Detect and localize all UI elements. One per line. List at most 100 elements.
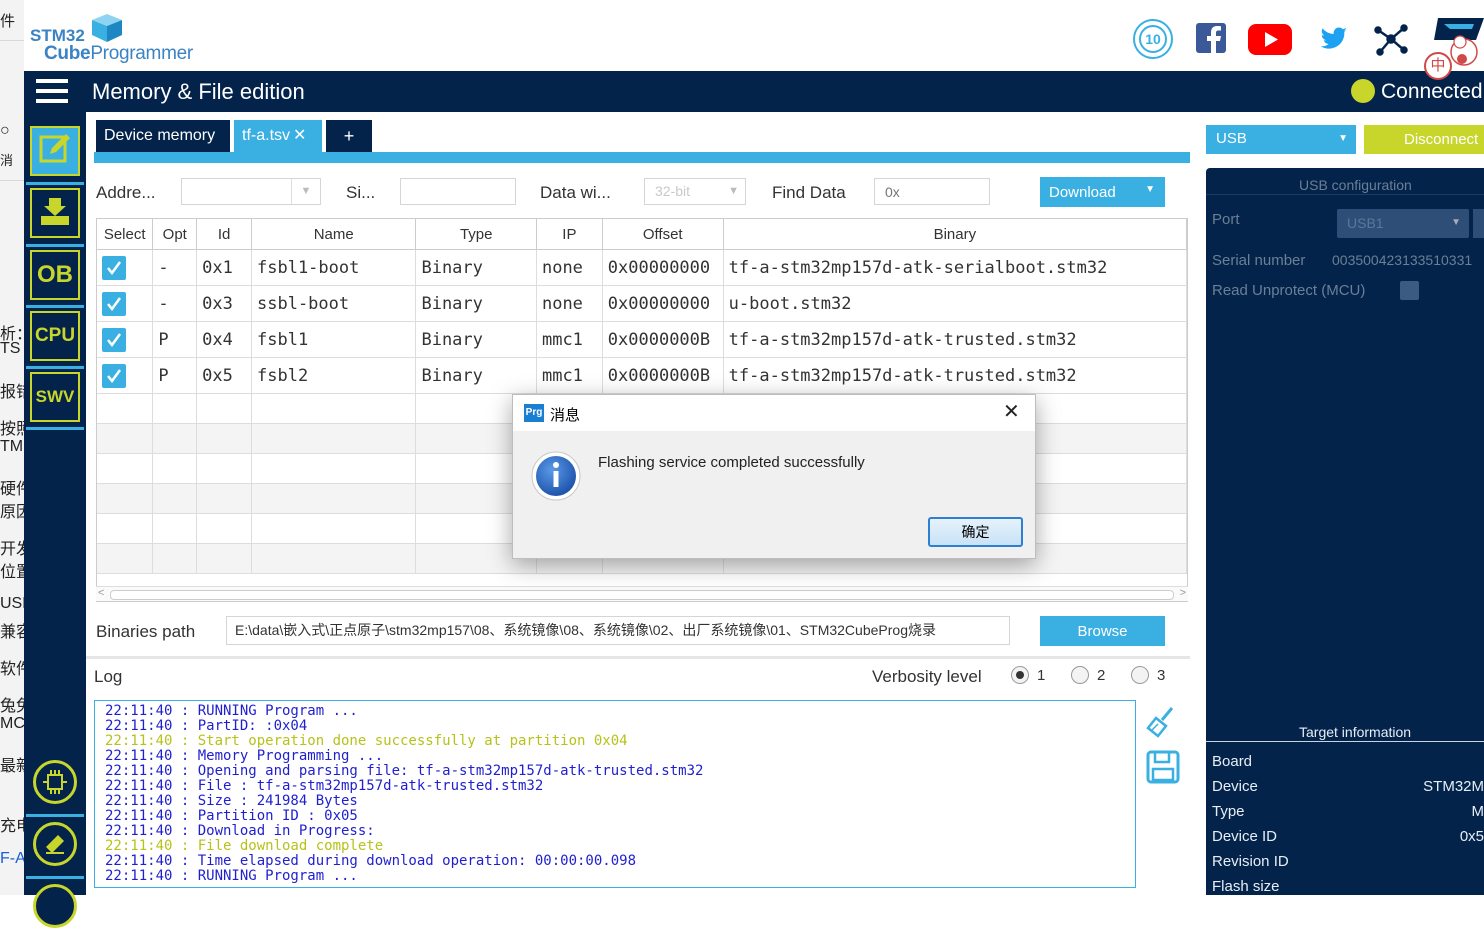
select-checkbox[interactable] <box>102 256 126 280</box>
log-line: 22:11:40 : RUNNING Program ... <box>105 869 358 884</box>
download-button[interactable]: Download ▼ <box>1040 177 1165 207</box>
browse-button[interactable]: Browse <box>1040 616 1165 646</box>
save-log-icon[interactable] <box>1146 750 1180 789</box>
disconnect-button[interactable]: Disconnect <box>1364 125 1484 154</box>
column-header[interactable]: Name <box>252 219 416 250</box>
connection-status-dot <box>1351 79 1375 103</box>
target-board-label: Board <box>1212 753 1252 770</box>
bg-text: TM <box>0 438 23 456</box>
sidebar-item-ob[interactable]: OB <box>30 250 80 300</box>
sidebar-item-memory-edit[interactable] <box>30 126 80 176</box>
bg-link: F-A <box>0 850 24 868</box>
cell-type: Binary <box>416 250 537 286</box>
twitter-icon[interactable] <box>1320 27 1348 56</box>
eraser-icon[interactable] <box>33 822 77 866</box>
sidebar-item-label: OB <box>37 261 73 289</box>
ok-button[interactable]: 确定 <box>928 517 1023 547</box>
size-label: Si... <box>346 183 375 203</box>
cell-id: 0x3 <box>197 286 252 322</box>
column-header[interactable]: Type <box>416 219 537 250</box>
horizontal-scrollbar[interactable]: < > <box>96 586 1188 601</box>
verbosity-radio-1[interactable] <box>1011 666 1029 684</box>
facebook-icon[interactable] <box>1196 23 1226 58</box>
verbosity-option-3: 3 <box>1157 667 1165 684</box>
scroll-right-icon[interactable]: > <box>1180 587 1186 599</box>
chevron-down-icon: ▼ <box>291 179 320 204</box>
read-unprotect-checkbox[interactable] <box>1400 281 1419 300</box>
sidebar-item-erase-programming[interactable] <box>30 188 80 238</box>
close-icon[interactable]: ✕ <box>1003 401 1020 423</box>
message-dialog: Prg 消息 ✕ Flashing service completed succ… <box>512 394 1036 559</box>
column-header[interactable]: IP <box>536 219 602 250</box>
find-data-input[interactable] <box>874 178 990 205</box>
tab-tf-a-tsv[interactable]: tf-a.tsv✕ <box>234 120 322 152</box>
clear-log-broom-icon[interactable] <box>1146 706 1176 743</box>
title-bar: Memory & File edition Connected <box>24 71 1484 112</box>
column-header[interactable]: Select <box>97 219 153 250</box>
table-row[interactable]: P 0x5 fsbl2 Binary mmc1 0x0000000B tf-a-… <box>97 358 1187 394</box>
panel-divider <box>1206 741 1484 742</box>
port-refresh-button[interactable] <box>1473 209 1484 238</box>
target-type-value: M <box>1472 803 1484 820</box>
ime-chinese-icon[interactable]: 中 <box>1424 52 1452 80</box>
dialog-title: 消息 <box>550 404 580 425</box>
port-select[interactable]: USB1 ▼ <box>1337 209 1469 238</box>
column-header[interactable]: Binary <box>723 219 1186 250</box>
target-flash-size-label: Flash size <box>1212 878 1280 895</box>
column-header[interactable]: Id <box>197 219 252 250</box>
table-row[interactable]: - 0x3 ssbl-boot Binary none 0x00000000 u… <box>97 286 1187 322</box>
anniversary-badge-text: 10 <box>1145 31 1161 47</box>
network-share-icon[interactable] <box>1374 22 1408 61</box>
logo-cube: Cube <box>44 43 90 64</box>
log-output[interactable]: 22:11:40 : RUNNING Program ... 22:11:40 … <box>94 700 1136 888</box>
cell-offset: 0x0000000B <box>602 358 723 394</box>
column-header[interactable]: Offset <box>602 219 723 250</box>
table-row[interactable]: P 0x4 fsbl1 Binary mmc1 0x0000000B tf-a-… <box>97 322 1187 358</box>
chip-icon[interactable] <box>33 760 77 804</box>
scroll-left-icon[interactable]: < <box>98 587 104 599</box>
chevron-down-icon: ▼ <box>728 179 739 204</box>
section-divider <box>86 656 1190 659</box>
data-width-select[interactable]: 32-bit ▼ <box>644 178 746 205</box>
hamburger-menu-icon[interactable] <box>36 79 68 105</box>
cell-id: 0x1 <box>197 250 252 286</box>
serial-number-value: 003500423133510331 <box>1332 252 1472 268</box>
close-tab-icon[interactable]: ✕ <box>293 127 306 144</box>
size-input[interactable] <box>400 178 516 205</box>
verbosity-radio-2[interactable] <box>1071 666 1089 684</box>
column-header[interactable]: Opt <box>153 219 197 250</box>
sidebar-item-cpu[interactable]: CPU <box>30 311 80 361</box>
youtube-icon[interactable] <box>1248 24 1292 60</box>
cell-type: Binary <box>416 286 537 322</box>
interface-select[interactable]: USB ▼ <box>1206 125 1356 154</box>
cell-binary[interactable]: u-boot.stm32 <box>723 286 1186 322</box>
select-checkbox[interactable] <box>102 328 126 352</box>
table-row[interactable]: - 0x1 fsbl1-boot Binary none 0x00000000 … <box>97 250 1187 286</box>
log-line: 22:11:40 : Partition ID : 0x05 <box>105 809 358 824</box>
scrollbar-thumb[interactable] <box>110 590 1174 600</box>
binaries-path-input[interactable]: E:\data\嵌入式\正点原子\stm32mp157\08、系统镜像\08、系… <box>226 616 1010 645</box>
cell-binary[interactable]: tf-a-stm32mp157d-atk-trusted.stm32 <box>723 358 1186 394</box>
log-line: 22:11:40 : File download complete <box>105 839 383 854</box>
extra-tool-icon[interactable] <box>33 884 77 928</box>
tab-device-memory[interactable]: Device memory <box>96 120 230 152</box>
select-checkbox[interactable] <box>102 292 126 316</box>
cell-offset: 0x00000000 <box>602 286 723 322</box>
bg-text: MC <box>0 715 24 733</box>
address-combobox[interactable]: ▼ <box>181 178 321 205</box>
app-icon: Prg <box>524 404 544 422</box>
tab-label: tf-a.tsv <box>242 127 290 144</box>
background-window-strip: 件 ○ 消 析： TS 报错 按照 TM 硬件 原因 开发 位置 USB 兼容 … <box>0 0 24 895</box>
download-button-label: Download <box>1049 184 1116 201</box>
select-checkbox[interactable] <box>102 364 126 388</box>
cell-binary[interactable]: tf-a-stm32mp157d-atk-trusted.stm32 <box>723 322 1186 358</box>
anniversary-badge-icon[interactable]: 10 <box>1132 18 1174 65</box>
sidebar-divider <box>26 305 84 308</box>
cube-logo-icon <box>90 13 124 48</box>
verbosity-radio-3[interactable] <box>1131 666 1149 684</box>
sidebar-item-swv[interactable]: SWV <box>30 372 80 422</box>
interface-value: USB <box>1216 130 1247 147</box>
cell-name: fsbl2 <box>252 358 416 394</box>
add-tab-button[interactable]: + <box>326 120 372 152</box>
cell-binary[interactable]: tf-a-stm32mp157d-atk-serialboot.stm32 <box>723 250 1186 286</box>
